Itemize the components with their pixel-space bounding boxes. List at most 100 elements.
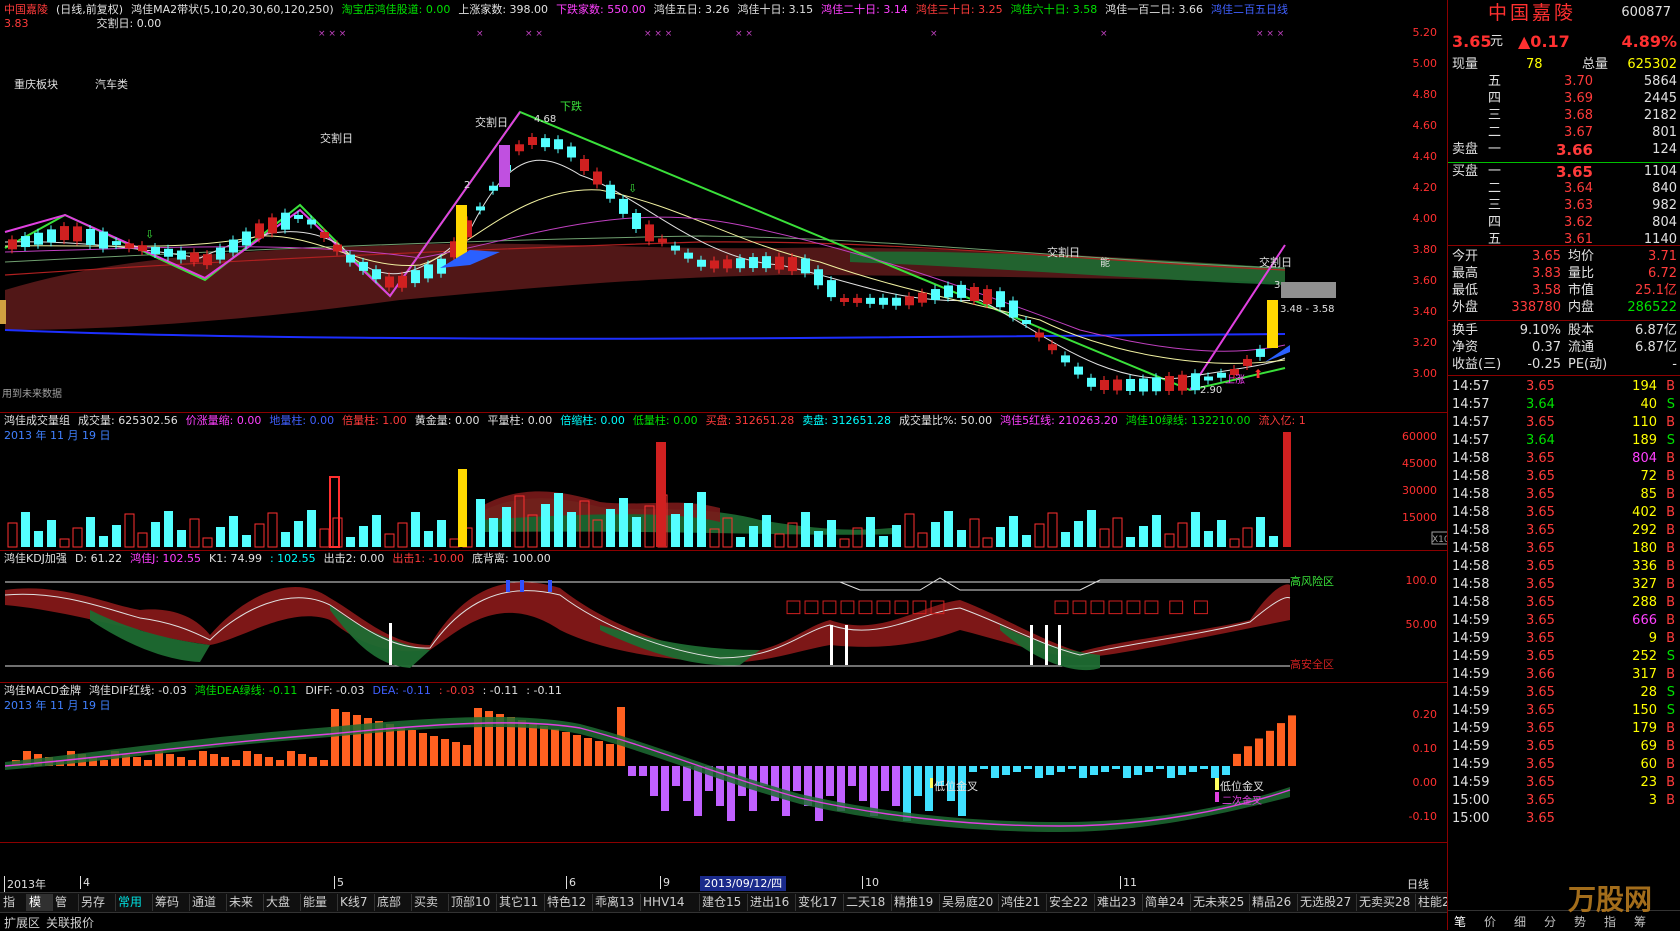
quote-footer-tab[interactable]: 价 — [1484, 913, 1496, 930]
macd-bar — [672, 766, 680, 786]
macd-bar — [133, 757, 141, 766]
candle-body — [632, 213, 641, 229]
tab-12[interactable]: 买卖9 — [411, 894, 449, 926]
tab-10[interactable]: K线7 — [337, 894, 375, 911]
tab-2[interactable]: 管理 — [52, 894, 79, 926]
tick-row[interactable]: 15:00 3.65 — [1448, 810, 1680, 828]
tick-row[interactable]: 14:58 3.65 804 B — [1448, 450, 1680, 468]
tick-row[interactable]: 14:58 3.65 336 B — [1448, 558, 1680, 576]
quote-footer-tab[interactable]: 分 — [1544, 913, 1556, 930]
tab-13[interactable]: 顶部10 — [448, 894, 497, 911]
tab-22[interactable]: 精推19 — [891, 894, 940, 911]
tick-row[interactable]: 14:59 3.65 150 S — [1448, 702, 1680, 720]
tab-20[interactable]: 变化17 — [795, 894, 844, 911]
tab-16[interactable]: 乖离13 — [592, 894, 641, 911]
tick-row[interactable]: 14:58 3.65 402 B — [1448, 504, 1680, 522]
tab-23[interactable]: 吴易庭20 — [939, 894, 999, 911]
tab-27[interactable]: 简单24 — [1142, 894, 1191, 911]
stat-label: 收益(三) — [1452, 357, 1502, 372]
tab-18[interactable]: 建仓15 — [699, 894, 748, 911]
tab-11[interactable]: 底部8 — [374, 894, 412, 926]
tick-row[interactable]: 14:58 3.65 72 B — [1448, 468, 1680, 486]
tick-row[interactable]: 14:57 3.65 110 B — [1448, 414, 1680, 432]
price-panel[interactable]: 中国嘉陵 (日线,前复权) 鸿佳MA2带状(5,10,20,30,60,120,25… — [0, 0, 1447, 413]
macd-bar — [573, 735, 581, 766]
tab-31[interactable]: 无卖买28 — [1356, 894, 1416, 911]
tab-8[interactable]: 大盘5 — [263, 894, 301, 926]
tab-17[interactable]: HHV14 — [640, 894, 700, 911]
future-data-label: 用到未来数据 — [2, 387, 62, 400]
related-quote-tab[interactable]: 关联报价 — [46, 914, 94, 931]
candle-body — [125, 243, 134, 249]
tick-row[interactable]: 14:58 3.65 85 B — [1448, 486, 1680, 504]
quote-price-row: 3.65 元 ▲0.17 4.89% — [1448, 33, 1680, 53]
tab-1[interactable]: 模板 — [26, 894, 53, 926]
left-scroll-handle[interactable] — [0, 300, 6, 324]
tick-row[interactable]: 14:59 3.65 23 B — [1448, 774, 1680, 792]
tick-row[interactable]: 14:59 3.65 252 S — [1448, 648, 1680, 666]
tab-29[interactable]: 精品26 — [1249, 894, 1298, 911]
tick-row[interactable]: 14:57 3.64 189 S — [1448, 432, 1680, 450]
macd-bar — [925, 766, 933, 811]
tab-4[interactable]: 常用1 — [115, 894, 153, 926]
tick-row[interactable]: 14:59 3.66 317 B — [1448, 666, 1680, 684]
tick-row[interactable]: 15:00 3.65 3 B — [1448, 792, 1680, 810]
candle-body — [905, 296, 914, 306]
tick-row[interactable]: 14:57 3.64 40 S — [1448, 396, 1680, 414]
tab-25[interactable]: 安全22 — [1046, 894, 1095, 911]
volume-bar — [1099, 528, 1110, 548]
candle-body — [853, 297, 862, 303]
tab-0[interactable]: 指标 — [0, 894, 27, 926]
chart-area[interactable]: 中国嘉陵 (日线,前复权) 鸿佳MA2带状(5,10,20,30,60,120,25… — [0, 0, 1447, 892]
tab-6[interactable]: 通道3 — [189, 894, 227, 926]
period-right[interactable]: 日线 — [1407, 876, 1429, 892]
tab-7[interactable]: 未来4 — [226, 894, 264, 926]
tab-15[interactable]: 特色12 — [544, 894, 593, 911]
volume-chart-svg[interactable]: X10 — [0, 412, 1447, 550]
tab-28[interactable]: 无未来25 — [1190, 894, 1250, 911]
tick-row[interactable]: 14:59 3.65 666 B — [1448, 612, 1680, 630]
tick-row[interactable]: 14:57 3.65 194 B — [1448, 378, 1680, 396]
volume-panel[interactable]: 鸿佳成交量组 成交量: 625302.56 价涨量缩: 0.00 地量柱: 0.00 倍… — [0, 412, 1447, 551]
time-axis[interactable]: 2013年 4 5 6 9 10 11 2013/09/12/四 日线 — [0, 842, 1447, 892]
candle-body — [892, 297, 901, 306]
tick-row[interactable]: 14:59 3.65 179 B — [1448, 720, 1680, 738]
quote-footer-tab[interactable]: 细 — [1514, 913, 1526, 930]
tick-volume: 189 — [1632, 433, 1657, 448]
tick-row[interactable]: 14:58 3.65 327 B — [1448, 576, 1680, 594]
volume-bar — [229, 516, 238, 547]
price-chart-svg[interactable]: 重庆板块 汽车类 交割日 交割日 交割日 交割日 4.68 下跌 2.90 上涨… — [0, 0, 1447, 412]
selected-date[interactable]: 2013/09/12/四 — [700, 876, 787, 891]
tab-30[interactable]: 无选股27 — [1297, 894, 1357, 911]
macd-bar — [430, 736, 438, 766]
stat-label: 市值 — [1568, 283, 1595, 298]
tick-row[interactable]: 14:59 3.65 28 S — [1448, 684, 1680, 702]
tab-5[interactable]: 筹码2 — [152, 894, 190, 926]
macd-bar — [1046, 766, 1054, 775]
expand-area-tab[interactable]: 扩展区 — [4, 914, 40, 931]
macd-panel[interactable]: 鸿佳MACD金牌 鸿佳DIF红线: -0.03 鸿佳DEA绿线: -0.11 DIFF… — [0, 682, 1447, 843]
volume-bar — [164, 511, 173, 547]
quote-footer-tab[interactable]: 笔 — [1454, 913, 1466, 930]
tab-21[interactable]: 二天18 — [843, 894, 892, 911]
tick-row[interactable]: 14:58 3.65 288 B — [1448, 594, 1680, 612]
kdj-tick-100: 100.0 — [1405, 574, 1438, 587]
kdj-blue-bar — [520, 580, 524, 592]
macd-bar — [1024, 766, 1032, 769]
tick-row[interactable]: 14:59 3.65 69 B — [1448, 738, 1680, 756]
kdj-panel[interactable]: 鸿佳KDJ加强 D: 61.22 鸿佳J: 102.55 K1: 74.99: 102… — [0, 550, 1447, 683]
stat-label: 内盘 — [1568, 300, 1595, 315]
tab-24[interactable]: 鸿佳21 — [998, 894, 1047, 911]
tick-row[interactable]: 14:58 3.65 292 B — [1448, 522, 1680, 540]
macd-chart-svg[interactable]: 低位金叉 低位金叉 二次金叉 — [0, 682, 1447, 842]
tick-row[interactable]: 14:59 3.65 9 B — [1448, 630, 1680, 648]
tab-19[interactable]: 进出16 — [747, 894, 796, 911]
kdj-chart-svg[interactable]: □□□□□□□□□ □□□□□□ □ □ 高风险区 高安全区 — [0, 550, 1447, 682]
tab-26[interactable]: 难出23 — [1094, 894, 1143, 911]
tick-row[interactable]: 14:59 3.65 60 B — [1448, 756, 1680, 774]
volume-bar — [1191, 512, 1200, 547]
tab-14[interactable]: 其它11 — [496, 894, 545, 911]
tab-3[interactable]: 另存为 — [78, 894, 116, 926]
tab-9[interactable]: 能量6 — [300, 894, 338, 926]
tick-row[interactable]: 14:58 3.65 180 B — [1448, 540, 1680, 558]
